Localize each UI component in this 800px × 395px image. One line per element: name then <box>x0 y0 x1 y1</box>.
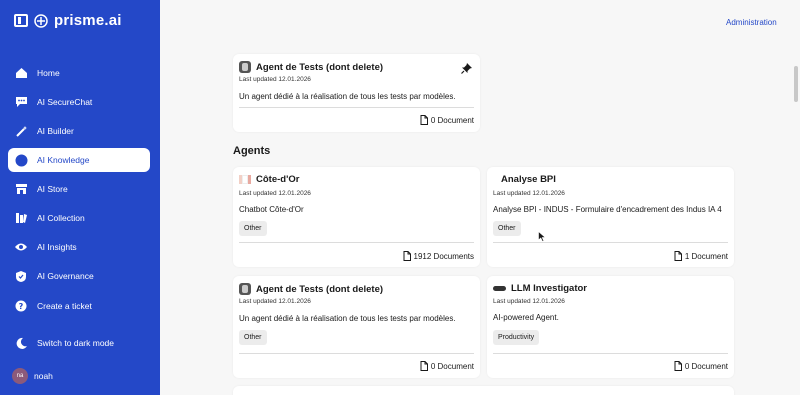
document-icon <box>403 251 411 261</box>
scrollbar[interactable] <box>794 66 798 102</box>
eye-icon <box>14 240 28 254</box>
user-name: noah <box>34 371 53 381</box>
card-description: Analyse BPI - INDUS - Formulaire d'encad… <box>493 205 722 214</box>
sidebar: prisme.ai Home AI SecureChat AI Builder … <box>0 0 160 395</box>
agent-avatar-icon <box>239 283 251 295</box>
sidebar-item-home[interactable]: Home <box>8 61 150 85</box>
agents-section-title: Agents <box>233 145 271 157</box>
divider <box>239 353 474 354</box>
category-tag: Other <box>239 221 267 236</box>
agent-card[interactable]: Agent de Tests (dont delete) Last update… <box>233 276 480 378</box>
category-tag: Other <box>493 221 521 236</box>
knowledge-icon <box>14 153 28 167</box>
card-title: Analyse BPI <box>501 174 556 185</box>
last-updated: Last updated 12.01.2026 <box>239 190 311 197</box>
card-header: LLM Investigator <box>493 283 587 294</box>
last-updated: Last updated 12.01.2026 <box>493 298 565 305</box>
document-count: 1912 Documents <box>403 251 474 261</box>
sidebar-item-collection[interactable]: AI Collection <box>8 206 150 230</box>
document-icon <box>420 115 428 125</box>
divider <box>239 242 474 243</box>
agent-card-partial[interactable] <box>233 386 734 395</box>
card-header: Analyse BPI <box>493 174 556 185</box>
agent-avatar-icon <box>493 286 506 291</box>
svg-text:?: ? <box>19 302 24 311</box>
dark-mode-toggle[interactable]: Switch to dark mode <box>8 331 150 355</box>
sidebar-item-label: Create a ticket <box>37 301 92 311</box>
avatar: na <box>12 368 28 384</box>
sidebar-item-label: AI Governance <box>37 271 94 281</box>
sidebar-item-label: Switch to dark mode <box>37 338 115 348</box>
card-title: Agent de Tests (dont delete) <box>256 61 384 73</box>
mouse-cursor-icon <box>538 229 546 247</box>
prisme-logo-icon <box>34 13 48 28</box>
last-updated: Last updated 12.01.2026 <box>239 298 311 305</box>
last-updated: Last updated 12.01.2026 <box>493 190 565 197</box>
document-icon <box>420 361 428 371</box>
collection-icon <box>14 211 28 225</box>
sidebar-item-label: AI SecureChat <box>37 97 93 107</box>
user-profile[interactable]: na noah <box>12 368 53 384</box>
administration-link[interactable]: Administration <box>726 18 777 27</box>
shield-icon <box>14 269 28 283</box>
sidebar-item-governance[interactable]: AI Governance <box>8 264 150 288</box>
help-icon: ? <box>14 299 28 313</box>
flag-icon <box>239 175 251 184</box>
brand: prisme.ai <box>14 12 122 29</box>
sidebar-item-create-ticket[interactable]: ? Create a ticket <box>8 294 150 318</box>
divider <box>493 353 728 354</box>
magic-wand-icon <box>14 124 28 138</box>
pin-icon[interactable] <box>461 61 472 79</box>
sidebar-item-store[interactable]: AI Store <box>8 177 150 201</box>
sidebar-item-label: AI Builder <box>37 126 74 136</box>
document-icon <box>674 361 682 371</box>
agent-card[interactable]: Analyse BPI Last updated 12.01.2026 Anal… <box>487 167 734 267</box>
sidebar-item-insights[interactable]: AI Insights <box>8 235 150 259</box>
moon-icon <box>14 336 28 350</box>
home-icon <box>14 66 28 80</box>
card-header: Côte-d'Or <box>239 174 299 185</box>
document-count: 1 Document <box>674 251 728 261</box>
divider <box>239 107 474 108</box>
sidebar-item-builder[interactable]: AI Builder <box>8 119 150 143</box>
card-title: LLM Investigator <box>511 283 588 294</box>
card-description: Un agent dédié à la réalisation de tous … <box>239 314 456 323</box>
card-title: Agent de Tests (dont delete) <box>256 283 384 295</box>
card-description: Un agent dédié à la réalisation de tous … <box>239 92 456 101</box>
document-icon <box>674 251 682 261</box>
sidebar-item-label: Home <box>37 68 60 78</box>
document-count: 0 Document <box>420 361 474 371</box>
document-count: 0 Document <box>674 361 728 371</box>
document-count: 0 Document <box>420 115 474 125</box>
sidebar-item-label: AI Knowledge <box>37 155 90 165</box>
category-tag: Other <box>239 330 267 345</box>
last-updated: Last updated 12.01.2026 <box>239 76 311 83</box>
category-tag: Productivity <box>493 330 540 345</box>
card-description: AI-powered Agent. <box>493 313 559 322</box>
sidebar-item-securechat[interactable]: AI SecureChat <box>8 90 150 114</box>
store-icon <box>14 182 28 196</box>
sidebar-item-knowledge[interactable]: AI Knowledge <box>8 148 150 172</box>
sidebar-item-label: AI Collection <box>37 213 85 223</box>
sidebar-item-label: AI Insights <box>37 242 77 252</box>
agent-card[interactable]: LLM Investigator Last updated 12.01.2026… <box>487 276 734 378</box>
agent-card[interactable]: Côte-d'Or Last updated 12.01.2026 Chatbo… <box>233 167 480 267</box>
sidebar-item-label: AI Store <box>37 184 68 194</box>
agent-avatar-icon <box>239 61 251 73</box>
card-header: Agent de Tests (dont delete) <box>239 283 383 295</box>
chat-icon <box>14 95 28 109</box>
divider <box>493 242 728 243</box>
collapse-sidebar-icon[interactable] <box>14 14 28 27</box>
pinned-agent-card[interactable]: Agent de Tests (dont delete) Last update… <box>233 54 480 132</box>
card-title: Côte-d'Or <box>256 174 300 185</box>
brand-name: prisme.ai <box>54 12 122 29</box>
card-header: Agent de Tests (dont delete) <box>239 61 383 73</box>
card-description: Chatbot Côte-d'Or <box>239 205 304 214</box>
